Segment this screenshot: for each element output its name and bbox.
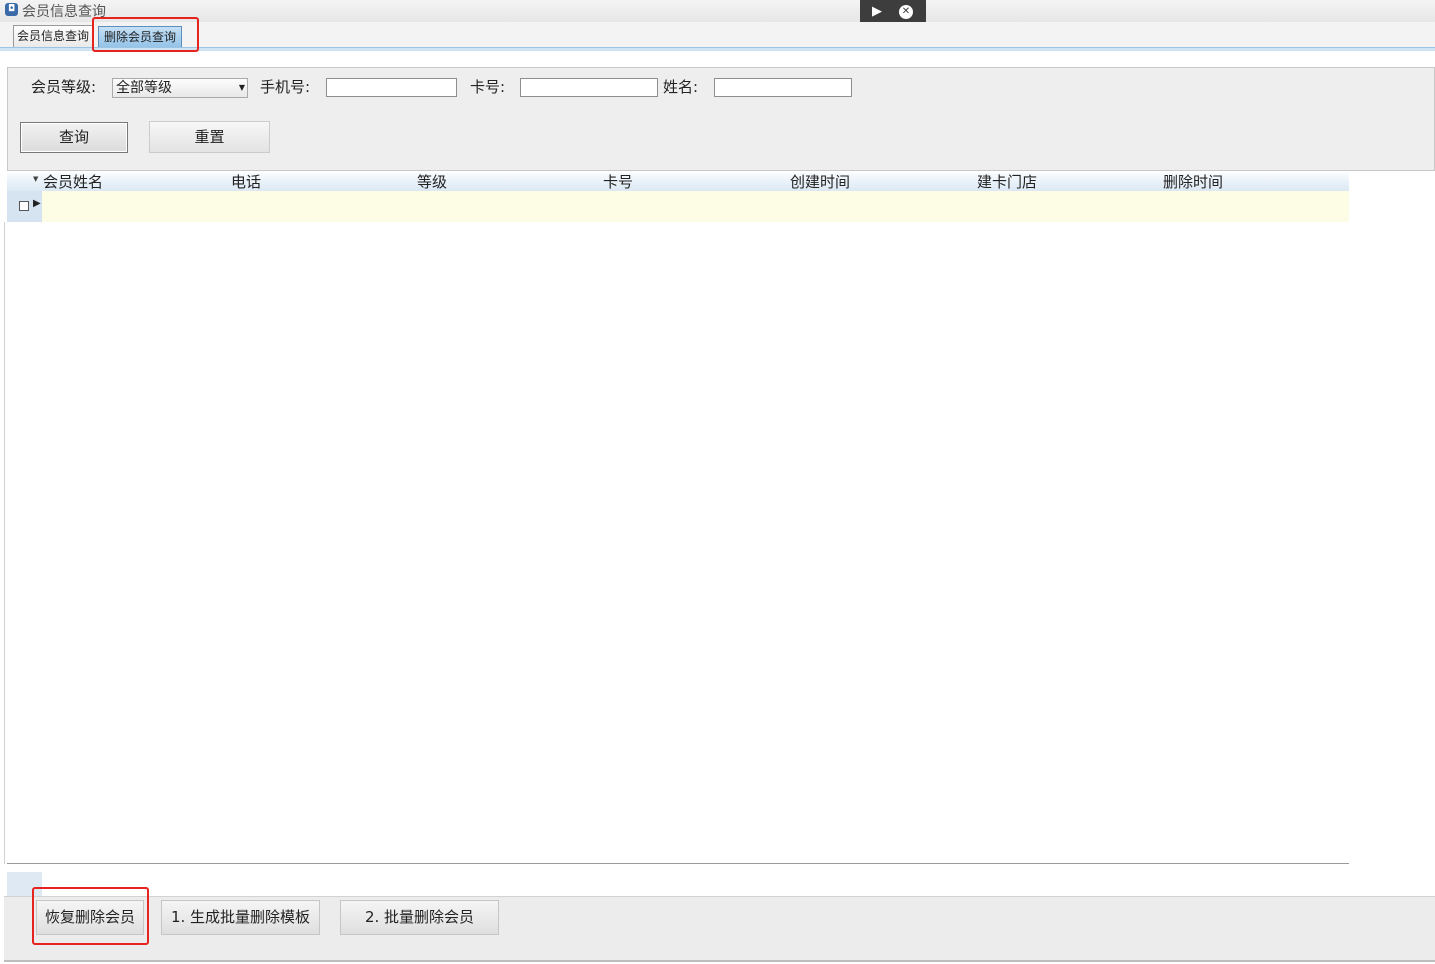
column-header-level[interactable]: 等级 <box>417 171 447 192</box>
column-header-card-number[interactable]: 卡号 <box>603 171 633 192</box>
grid-bottom-border <box>7 863 1349 864</box>
member-level-select[interactable]: 全部等级 ▼ <box>112 78 248 98</box>
card-number-input[interactable] <box>520 78 658 97</box>
name-input[interactable] <box>714 78 852 97</box>
member-level-label: 会员等级: <box>31 78 97 96</box>
tab-strip: 会员信息查询 删除会员查询 <box>0 22 1435 50</box>
name-label: 姓名: <box>663 78 699 96</box>
column-header-deleted-time[interactable]: 删除时间 <box>1163 171 1223 192</box>
play-icon[interactable]: ▶ <box>872 4 882 19</box>
restore-highlight-box <box>32 887 149 945</box>
member-level-value: 全部等级 <box>116 80 172 96</box>
grid-new-row[interactable]: ▶ <box>7 191 1349 222</box>
card-number-label: 卡号: <box>470 78 506 96</box>
phone-label: 手机号: <box>260 78 311 96</box>
app-window-icon: ◘ <box>5 3 18 16</box>
grid-header: ▼ 会员姓名 电话 等级 卡号 创建时间 建卡门店 删除时间 <box>7 173 1349 191</box>
row-checkbox[interactable] <box>19 201 29 211</box>
reset-button[interactable]: 重置 <box>149 121 270 153</box>
phone-input[interactable] <box>326 78 457 97</box>
title-bar: ◘ 会员信息查询 <box>0 0 1435 22</box>
query-button[interactable]: 查询 <box>20 122 128 153</box>
row-selector[interactable]: ▶ <box>7 191 42 222</box>
column-header-member-name[interactable]: 会员姓名 <box>43 171 103 192</box>
current-row-arrow-icon: ▶ <box>33 198 41 209</box>
tab-member-info[interactable]: 会员信息查询 <box>13 25 93 48</box>
grid-left-border <box>4 222 5 864</box>
chevron-down-icon[interactable]: ▼ <box>239 79 245 97</box>
tab-highlight-box <box>92 17 199 52</box>
batch-delete-members-button[interactable]: 2. 批量删除会员 <box>340 900 499 935</box>
column-header-store[interactable]: 建卡门店 <box>977 171 1037 192</box>
generate-batch-delete-template-button[interactable]: 1. 生成批量删除模板 <box>161 900 320 935</box>
close-circle-icon[interactable]: ✕ <box>899 5 913 19</box>
column-header-phone[interactable]: 电话 <box>231 171 261 192</box>
tab-underline <box>0 47 1435 51</box>
column-header-created-time[interactable]: 创建时间 <box>790 171 850 192</box>
sort-indicator-icon: ▼ <box>33 175 39 183</box>
